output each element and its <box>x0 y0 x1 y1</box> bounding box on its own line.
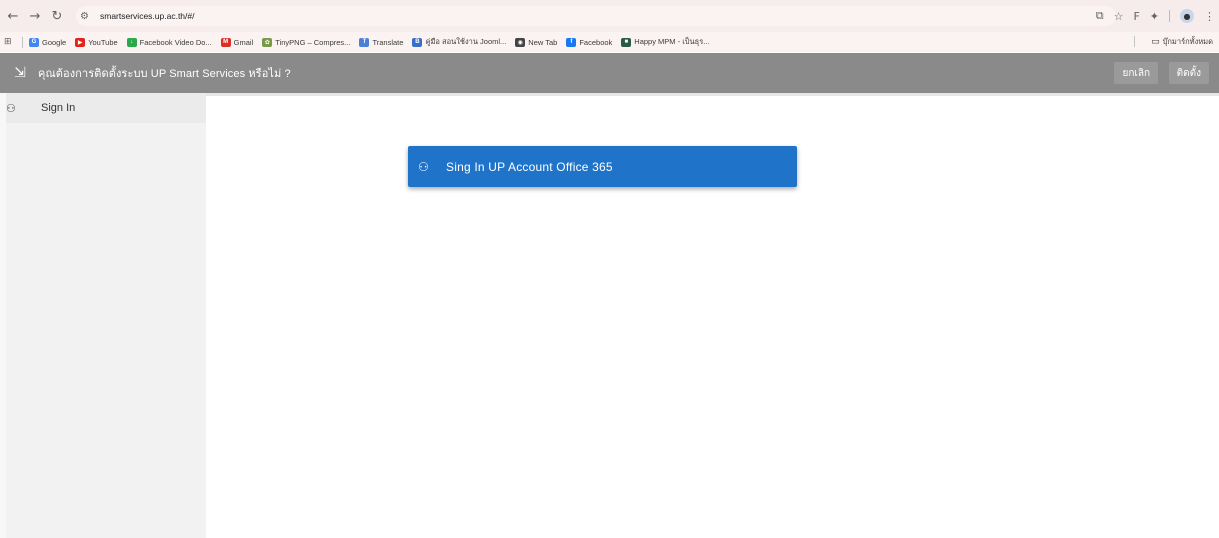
sidebar: ⚇ Sign In <box>6 93 206 538</box>
bookmark-item[interactable]: B คู่มือ สอนใช้งาน Jooml... <box>412 36 506 48</box>
bookmark-label: Translate <box>372 37 404 47</box>
install-icon: ⇲ <box>14 65 26 81</box>
download-icon: ↓ <box>126 37 137 47</box>
bookmark-label: New Tab <box>528 37 558 47</box>
bookmarks-list: G Google ▶ YouTube ↓ Facebook Video Do... M Gma… <box>29 36 719 48</box>
sidebar-item-sign-in[interactable]: ⚇ Sign In <box>6 93 206 123</box>
folder-icon: ▭ <box>1151 37 1160 47</box>
globe-icon: ◉ <box>515 37 526 47</box>
bookmark-item[interactable]: ◉ New Tab <box>515 37 558 47</box>
bookmark-label: TinyPNG – Compres... <box>275 37 351 47</box>
url-text: smartservices.up.ac.th/#/ <box>100 11 195 21</box>
bookmark-icon: B <box>412 37 423 47</box>
forward-arrow-icon[interactable]: → <box>24 5 46 27</box>
bookmark-label: Gmail <box>233 37 254 47</box>
install-button[interactable]: ติดตั้ง <box>1168 62 1209 84</box>
signin-button-label: Sing In UP Account Office 365 <box>446 159 613 174</box>
profile-initial[interactable]: F <box>1133 10 1139 23</box>
bookmark-star-icon[interactable]: ☆ <box>1114 10 1124 23</box>
bookmark-item[interactable]: M Gmail <box>220 37 254 47</box>
apps-grid-icon[interactable]: ⊞ <box>4 37 18 47</box>
signin-office365-button[interactable]: ⚇ Sing In UP Account Office 365 <box>408 146 797 187</box>
bookmark-label: Facebook Video Do... <box>139 37 212 47</box>
person-add-icon: ⚇ <box>6 101 16 115</box>
sidebar-item-label: Sign In <box>41 102 76 114</box>
person-add-icon: ⚇ <box>418 159 429 174</box>
bookmark-item[interactable]: T Translate <box>359 37 404 47</box>
site-info-icon[interactable]: ⚙ <box>80 11 94 22</box>
avatar[interactable]: ● <box>1180 9 1194 23</box>
bookmark-item[interactable]: f Facebook <box>566 37 613 47</box>
bookmark-item[interactable]: ✿ TinyPNG – Compres... <box>262 37 351 47</box>
gmail-icon: M <box>220 37 231 47</box>
bookmark-item[interactable]: ■ Happy MPM - เป็นธุร... <box>621 36 710 48</box>
bookmark-item[interactable]: ▶ YouTube <box>75 37 118 47</box>
install-prompt-text: คุณต้องการติดตั้งระบบ UP Smart Services … <box>38 68 291 80</box>
bookmark-item[interactable]: ↓ Facebook Video Do... <box>126 37 212 47</box>
browser-toolbar: ← → ↻ ⚙ smartservices.up.ac.th/#/ ⧉ ☆ F … <box>0 0 1219 32</box>
cancel-button[interactable]: ยกเลิก <box>1114 62 1158 84</box>
menu-kebab-icon[interactable]: ⋮ <box>1204 10 1215 23</box>
bookmark-item[interactable]: G Google <box>29 37 67 47</box>
bookmark-label: คู่มือ สอนใช้งาน Jooml... <box>425 37 507 46</box>
toolbar-divider <box>1169 10 1170 22</box>
bookmarks-divider <box>22 36 23 48</box>
install-prompt-bar: ⇲ คุณต้องการติดตั้งระบบ UP Smart Service… <box>0 53 1219 93</box>
back-arrow-icon[interactable]: ← <box>2 5 24 27</box>
bookmark-label: Google <box>42 37 67 47</box>
browser-right-tools: ⧉ ☆ F ✦ ● ⋮ <box>1096 6 1215 26</box>
address-bar[interactable]: ⚙ smartservices.up.ac.th/#/ <box>76 6 1116 26</box>
bookmark-label: Happy MPM - เป็นธุร... <box>634 37 710 46</box>
translate-icon: T <box>359 37 370 47</box>
bookmarks-divider-right <box>1134 36 1135 47</box>
facebook-icon: f <box>566 37 577 47</box>
bookmark-label: Facebook <box>579 37 613 47</box>
all-bookmarks[interactable]: ▭ บุ๊กมาร์กทั้งหมด <box>1151 36 1213 48</box>
google-icon: G <box>29 37 39 47</box>
bookmark-label: YouTube <box>88 37 118 47</box>
youtube-icon: ▶ <box>75 37 86 47</box>
install-app-icon[interactable]: ⧉ <box>1096 9 1104 23</box>
all-bookmarks-label: บุ๊กมาร์กทั้งหมด <box>1162 37 1213 46</box>
bookmarks-bar: ⊞ G Google ▶ YouTube ↓ Facebook Video Do... M G… <box>0 32 1219 52</box>
app-icon: ■ <box>621 37 632 47</box>
reload-icon[interactable]: ↻ <box>46 5 68 27</box>
panda-icon: ✿ <box>262 37 273 47</box>
extensions-icon[interactable]: ✦ <box>1150 10 1159 23</box>
